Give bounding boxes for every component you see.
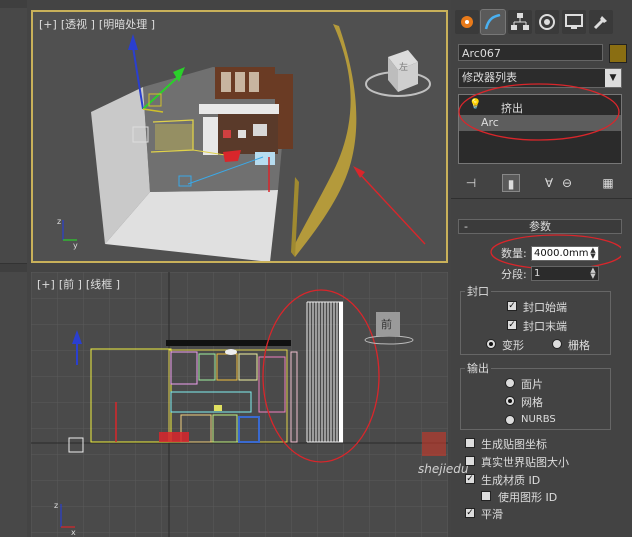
svg-text:z: z (54, 501, 58, 510)
display-tab[interactable] (562, 10, 586, 34)
use-shape-id-label: 使用图形 ID (498, 491, 558, 504)
view-cube[interactable]: 左 (363, 42, 433, 102)
viewport-front[interactable]: z x 前 [+] [前 ] [线框 ] (31, 272, 448, 537)
configure-sets-icon[interactable]: ▦ (599, 174, 617, 192)
gen-matid-label: 生成材质 ID (481, 474, 541, 487)
cap-end-checkbox[interactable]: ✓ (507, 320, 517, 330)
cap-end-label: 封口末端 (523, 320, 567, 333)
output-group-title: 输出 (465, 360, 491, 376)
object-name-field[interactable]: Arc067 (458, 44, 603, 61)
grid-label: 栅格 (568, 339, 590, 352)
svg-text:x: x (71, 528, 76, 537)
command-tabs (451, 8, 632, 38)
watermark-mark (422, 432, 446, 456)
utilities-tab[interactable] (589, 10, 613, 34)
motion-tab[interactable] (535, 10, 559, 34)
front-grid: z x (31, 272, 448, 537)
modify-tab[interactable] (480, 9, 506, 35)
spinner-arrows-icon[interactable]: ▲ ▼ (588, 267, 598, 280)
watermark-text: shejiedu (418, 462, 469, 476)
segments-spinner[interactable]: 1 ▲ ▼ (531, 266, 599, 281)
watermark-logo: shejiedu (418, 432, 478, 482)
left-viewport-strip (0, 0, 27, 537)
cap-start-label: 封口始端 (523, 301, 567, 314)
pin-stack-icon[interactable]: ⊣ (462, 174, 480, 192)
viewport-label-front[interactable]: [+] [前 ] [线框 ] (37, 276, 124, 292)
use-shape-id-checkbox[interactable] (481, 491, 491, 501)
grid-radio[interactable] (552, 339, 562, 349)
patch-radio[interactable] (505, 378, 515, 388)
svg-text:z: z (57, 217, 61, 226)
viewport-perspective[interactable]: [+] [透视 ] [明暗处理 ] z y 左 (31, 10, 448, 263)
patch-label: 面片 (521, 378, 543, 391)
segments-label: 分段: (501, 268, 527, 281)
real-world-label: 真实世界贴图大小 (481, 456, 569, 469)
object-color-swatch[interactable] (609, 44, 627, 63)
morph-radio[interactable] (486, 339, 496, 349)
gen-mapping-label: 生成贴图坐标 (481, 438, 547, 451)
segments-value: 1 (534, 268, 541, 279)
view-cube-front-label[interactable]: 前 (381, 316, 392, 332)
nurbs-label: NURBS (521, 414, 556, 425)
mesh-label: 网格 (521, 396, 543, 409)
cap-start-checkbox[interactable]: ✓ (507, 301, 517, 311)
svg-text:y: y (73, 241, 78, 250)
command-panel: Arc067 修改器列表 ▼ 💡 挤出 Arc ⊣ ▮ ∀ ⊖ ▦ - 参数 数… (451, 0, 632, 537)
remove-modifier-icon[interactable]: ⊖ (558, 174, 576, 192)
make-unique-icon[interactable]: ∀ (540, 174, 558, 192)
cap-group-title: 封口 (465, 283, 491, 299)
show-end-result-icon[interactable]: ▮ (502, 174, 520, 192)
morph-label: 变形 (502, 339, 524, 352)
hierarchy-tab[interactable] (508, 10, 532, 34)
view-cube-label: 左 (399, 63, 409, 73)
nurbs-radio[interactable] (505, 415, 515, 425)
smooth-checkbox[interactable]: ✓ (465, 508, 475, 518)
divider (451, 198, 632, 199)
stack-annotation (458, 83, 620, 141)
mesh-radio[interactable] (505, 396, 515, 406)
stack-toolbar: ⊣ ▮ ∀ ⊖ ▦ (458, 174, 622, 192)
smooth-label: 平滑 (481, 508, 503, 521)
create-tab[interactable] (455, 10, 479, 34)
